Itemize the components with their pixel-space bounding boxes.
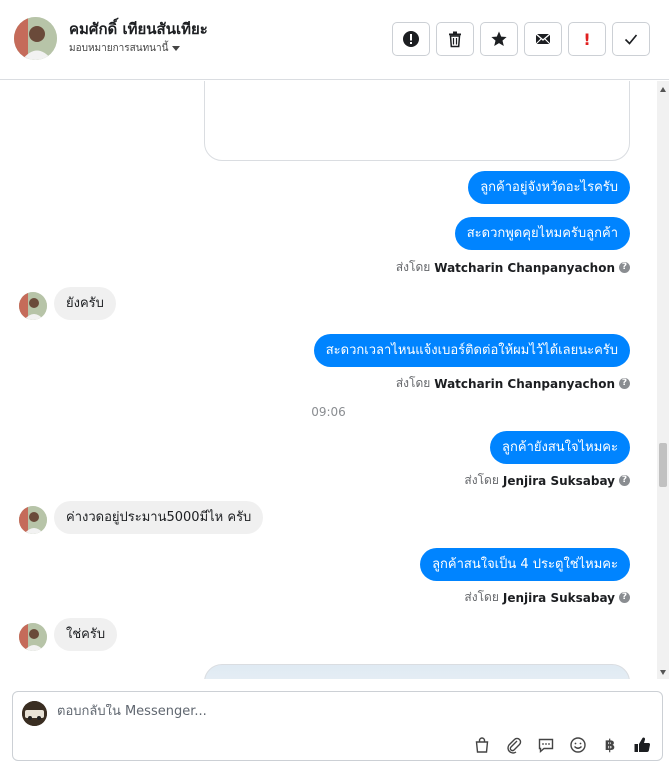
message-outgoing[interactable]: ลูกค้ายังสนใจไหมคะ xyxy=(490,431,630,464)
baht-icon[interactable]: ฿ xyxy=(601,736,619,754)
message-thread[interactable]: ลูกค้าอยู่จังหวัดอะไรครับ สะดวกพูดคุยไหม… xyxy=(0,81,657,679)
saved-reply-icon[interactable] xyxy=(537,736,555,754)
help-icon[interactable]: ? xyxy=(619,378,630,389)
message-outgoing[interactable]: ลูกค้าอยู่จังหวัดอะไรครับ xyxy=(468,171,630,204)
message-outgoing[interactable]: สะดวกพูดคุยไหมครับลูกค้า xyxy=(454,217,630,250)
sent-by-label: ส่งโดย Watcharin Chanpanyachon ? xyxy=(396,258,630,277)
help-icon[interactable]: ? xyxy=(619,475,630,486)
envelope-icon xyxy=(535,33,551,45)
sent-by-prefix: ส่งโดย xyxy=(464,590,499,604)
exclamation-circle-icon xyxy=(403,31,419,47)
sent-by-prefix: ส่งโดย xyxy=(395,376,431,390)
help-icon[interactable]: ? xyxy=(619,262,630,273)
contact-avatar-small xyxy=(19,506,47,534)
sender-name: Watcharin Chanpanyachon xyxy=(434,376,615,391)
emoji-icon[interactable] xyxy=(569,736,587,754)
help-icon[interactable]: ? xyxy=(619,592,630,603)
scroll-down-arrow-icon[interactable] xyxy=(660,670,666,675)
contact-avatar-small xyxy=(19,623,47,651)
baht-symbol: ฿ xyxy=(604,736,616,754)
conversation-header: คมศักดิ์ เทียนสันเทียะ มอบหมายการสนทนานี… xyxy=(0,0,669,80)
message-outgoing[interactable]: สะดวกเวลาไหนแจ้งเบอร์ติดต่อให้ผมไว้ได้เล… xyxy=(313,334,630,367)
attachment-card[interactable] xyxy=(204,81,630,161)
sender-name: Watcharin Chanpanyachon xyxy=(434,260,615,275)
composer-toolbar: ฿ xyxy=(473,736,651,754)
contact-avatar-small xyxy=(19,292,47,320)
timestamp: 09:06 xyxy=(311,405,346,419)
assign-conversation-dropdown[interactable]: มอบหมายการสนทนานี้ xyxy=(69,41,181,56)
message-incoming[interactable]: ค่างวดอยู่ประมาน5000มีไห ครับ xyxy=(54,501,264,534)
follow-up-button[interactable]: ! xyxy=(568,22,606,56)
contact-avatar[interactable] xyxy=(14,17,57,60)
caret-down-icon xyxy=(172,46,181,51)
sent-by-prefix: ส่งโดย xyxy=(395,260,431,274)
red-exclamation-icon: ! xyxy=(583,29,591,49)
sent-by-prefix: ส่งโดย xyxy=(464,473,499,487)
assign-label: มอบหมายการสนทนานี้ xyxy=(69,43,169,54)
image-attachment[interactable] xyxy=(204,664,630,679)
message-incoming[interactable]: ใช่ครับ xyxy=(54,618,118,651)
message-outgoing[interactable]: ลูกค้าสนใจเป็น 4 ประตูใช่ไหมคะ xyxy=(420,548,630,581)
reply-input[interactable] xyxy=(57,704,637,719)
sender-name: Jenjira Suksabay xyxy=(502,590,615,605)
contact-name[interactable]: คมศักดิ์ เทียนสันเทียะ xyxy=(69,17,208,41)
thread-scrollbar[interactable] xyxy=(657,81,669,679)
paperclip-icon[interactable] xyxy=(505,736,523,754)
trash-icon xyxy=(449,31,461,48)
shopping-bag-icon[interactable] xyxy=(473,736,491,754)
sent-by-label: ส่งโดย Jenjira Suksabay ? xyxy=(464,588,630,607)
sent-by-label: ส่งโดย Watcharin Chanpanyachon ? xyxy=(396,374,630,393)
sender-name: Jenjira Suksabay xyxy=(502,473,615,488)
sent-by-label: ส่งโดย Jenjira Suksabay ? xyxy=(464,471,630,490)
delete-button[interactable] xyxy=(436,22,474,56)
star-icon xyxy=(491,31,507,46)
page-avatar xyxy=(22,701,47,726)
star-button[interactable] xyxy=(480,22,518,56)
spam-button[interactable] xyxy=(392,22,430,56)
checkmark-icon xyxy=(624,34,638,45)
header-actions: ! xyxy=(392,22,650,56)
mark-unread-button[interactable] xyxy=(524,22,562,56)
message-incoming[interactable]: ยังครับ xyxy=(54,287,116,320)
thumbs-up-icon[interactable] xyxy=(633,736,651,754)
scroll-up-arrow-icon[interactable] xyxy=(660,87,666,92)
scrollbar-thumb[interactable] xyxy=(659,443,667,487)
mark-done-button[interactable] xyxy=(612,22,650,56)
